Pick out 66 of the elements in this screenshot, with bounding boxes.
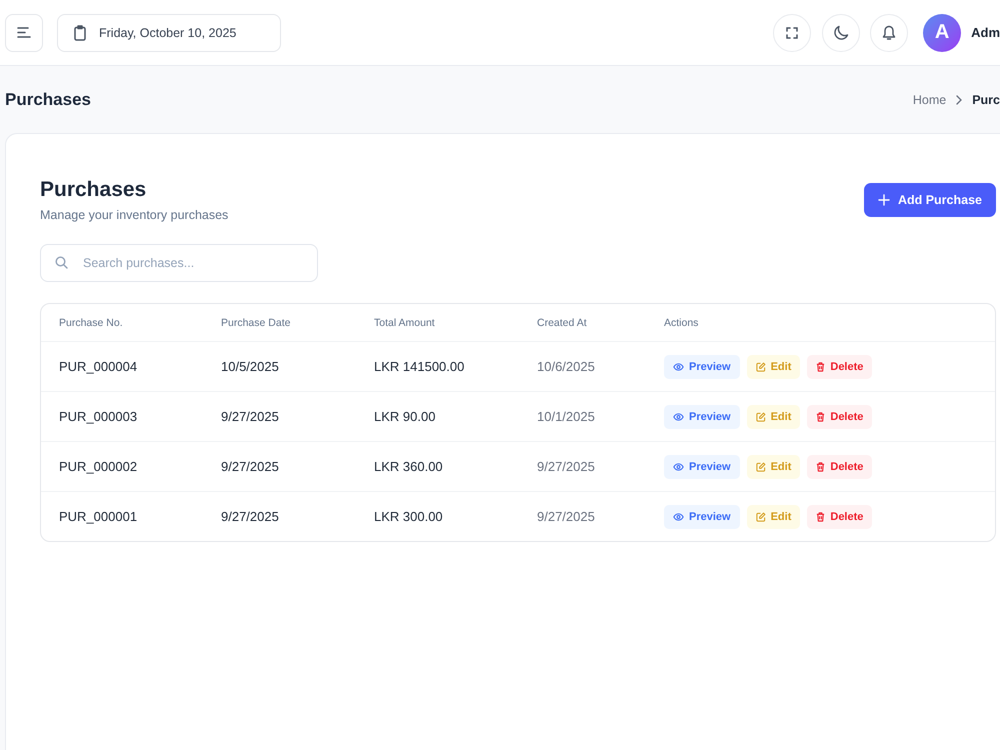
- table-cell: 10/1/2025: [537, 409, 595, 424]
- edit-button[interactable]: Edit: [746, 454, 800, 478]
- trash-icon: [816, 512, 826, 522]
- table-cell: PUR_000004: [59, 359, 138, 374]
- column-header: Created At: [537, 316, 587, 328]
- column-header: Actions: [664, 316, 698, 328]
- column-header: Total Amount: [374, 316, 435, 328]
- search-field[interactable]: Search purchases...: [40, 244, 318, 282]
- breadcrumb-current: Purc: [972, 92, 1000, 106]
- table-cell: 10/6/2025: [537, 359, 595, 374]
- table-cell: 9/27/2025: [221, 509, 279, 524]
- menu-icon: [17, 27, 31, 38]
- moon-icon: [833, 24, 850, 40]
- eye-icon: [673, 462, 684, 470]
- trash-icon: [816, 362, 826, 372]
- edit-icon: [756, 362, 766, 372]
- chevron-icon: [956, 94, 962, 104]
- card-title: Purchases: [40, 177, 148, 203]
- date-text: Friday, October 10, 2025: [99, 26, 236, 40]
- menu-button[interactable]: [5, 14, 43, 52]
- delete-button[interactable]: Delete: [807, 454, 872, 478]
- avatar[interactable]: A: [923, 14, 962, 52]
- fullscreen-icon: [786, 26, 798, 38]
- table-cell: LKR 90.00: [374, 409, 436, 424]
- user-name[interactable]: Adm: [971, 25, 1000, 40]
- page-title: Purchases: [5, 90, 91, 110]
- table-cell: 9/27/2025: [221, 409, 279, 424]
- edit-icon: [756, 412, 766, 422]
- theme-toggle-button[interactable]: [822, 14, 860, 52]
- bell-icon: [882, 24, 896, 40]
- preview-button[interactable]: Preview: [664, 354, 740, 378]
- edit-icon: [756, 462, 766, 472]
- table-cell: 9/27/2025: [221, 459, 279, 474]
- eye-icon: [673, 512, 684, 520]
- table-cell: 9/27/2025: [537, 509, 595, 524]
- column-header: Purchase Date: [221, 316, 290, 328]
- delete-button[interactable]: Delete: [807, 504, 872, 528]
- table-cell: LKR 360.00: [374, 459, 443, 474]
- table-cell: 10/5/2025: [221, 359, 279, 374]
- column-header: Purchase No.: [59, 316, 123, 328]
- table-cell: LKR 300.00: [374, 509, 443, 524]
- edit-icon: [756, 512, 766, 522]
- table-cell: PUR_000003: [59, 409, 138, 424]
- breadcrumb-link[interactable]: Home: [912, 92, 946, 106]
- add-purchase-button[interactable]: Add Purchase: [864, 183, 996, 217]
- trash-icon: [816, 462, 826, 472]
- table-cell: PUR_000002: [59, 459, 138, 474]
- clipboard-icon: [74, 24, 86, 40]
- trash-icon: [816, 412, 826, 422]
- search-icon: [55, 256, 68, 269]
- preview-button[interactable]: Preview: [664, 504, 740, 528]
- preview-button[interactable]: Preview: [664, 454, 740, 478]
- table-cell: 9/27/2025: [537, 459, 595, 474]
- eye-icon: [673, 412, 684, 420]
- table-cell: PUR_000001: [59, 509, 138, 524]
- notifications-button[interactable]: [870, 14, 908, 52]
- card-subtitle: Manage your inventory purchases: [40, 208, 228, 222]
- preview-button[interactable]: Preview: [664, 404, 740, 428]
- plus-icon: [878, 194, 890, 206]
- delete-button[interactable]: Delete: [807, 354, 872, 378]
- delete-button[interactable]: Delete: [807, 404, 872, 428]
- table-cell: LKR 141500.00: [374, 359, 464, 374]
- eye-icon: [673, 362, 684, 370]
- edit-button[interactable]: Edit: [746, 354, 800, 378]
- edit-button[interactable]: Edit: [746, 504, 800, 528]
- edit-button[interactable]: Edit: [746, 404, 800, 428]
